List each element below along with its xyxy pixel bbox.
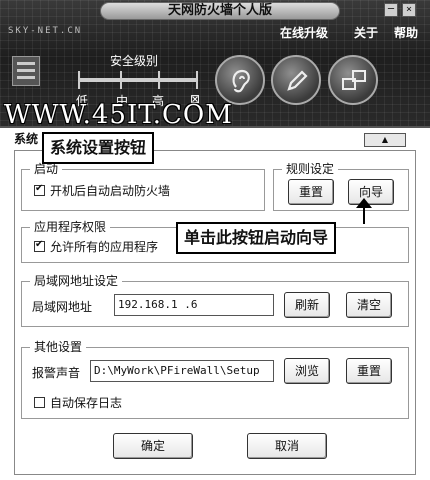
slider-tick-low [78,71,80,89]
ear-icon[interactable] [215,55,265,105]
allow-all-apps-checkbox[interactable]: 允许所有的应用程序 [34,238,158,255]
startup-group: 启动 开机后自动启动防火墙 [21,162,265,211]
lan-address-input[interactable]: 192.168.1 .6 [114,294,274,316]
callout-wizard-hint: 单击此按钮启动向导 [176,222,337,254]
lan-group: 局域网地址设定 局域网地址 192.168.1 .6 刷新 清空 [21,274,409,327]
tab-system[interactable]: 系统 [14,130,38,147]
equalizer-icon[interactable] [12,56,40,86]
lan-refresh-button[interactable]: 刷新 [284,292,330,318]
minimize-button[interactable]: ─ [384,3,398,17]
site-watermark: WWW.45IT.COM [4,100,233,130]
alarm-sound-path-input[interactable]: D:\MyWork\PFireWall\Setup [90,360,274,382]
menu-about[interactable]: 关于 [354,24,378,41]
slider-tick-custom [196,71,198,89]
app-permissions-title: 应用程序权限 [30,220,111,234]
allow-all-label: 允许所有的应用程序 [50,240,159,254]
lan-clear-button[interactable]: 清空 [346,292,392,318]
rules-reset-button[interactable]: 重置 [288,179,334,205]
slider-tick-high [158,71,160,89]
menu-online-upgrade[interactable]: 在线升级 [280,24,328,41]
window-title: 天网防火墙个人版 [100,2,340,20]
autostart-checkbox[interactable]: 开机后自动启动防火墙 [34,182,170,199]
startup-title: 启动 [30,162,63,176]
slider-tick-mid [120,71,122,89]
rules-title: 规则设定 [282,162,339,176]
close-button[interactable]: × [402,3,416,17]
alarm-sound-label: 报警声音 [32,366,81,380]
other-settings-group: 其他设置 报警声音 D:\MyWork\PFireWall\Setup 浏览 重… [21,340,409,419]
security-level-panel: 安全级别 [62,48,210,98]
browse-button[interactable]: 浏览 [284,358,330,384]
collapse-button[interactable]: ▲ [364,133,406,147]
network-icon[interactable] [328,55,378,105]
menu-help[interactable]: 帮助 [394,24,418,41]
autosave-log-checkbox[interactable]: 自动保存日志 [34,394,122,411]
lan-address-label: 局域网地址 [32,300,93,314]
allow-all-box[interactable] [34,239,45,252]
security-level-slider[interactable] [78,78,198,82]
autosave-label: 自动保存日志 [50,396,123,410]
pen-icon[interactable] [271,55,321,105]
other-settings-title: 其他设置 [30,340,87,354]
callout-arrow-icon [356,198,372,224]
callout-settings-button: 系统设置按钮 [42,132,155,164]
autostart-box[interactable] [34,183,45,196]
autosave-box[interactable] [34,397,45,408]
cancel-button[interactable]: 取消 [247,433,327,459]
ok-button[interactable]: 确定 [113,433,193,459]
lan-title: 局域网地址设定 [30,274,123,288]
alarm-reset-button[interactable]: 重置 [346,358,392,384]
autostart-label: 开机后自动启动防火墙 [50,184,171,198]
security-level-title: 安全级别 [110,54,159,68]
brand-logo: SKY-NET.CN [8,26,83,36]
